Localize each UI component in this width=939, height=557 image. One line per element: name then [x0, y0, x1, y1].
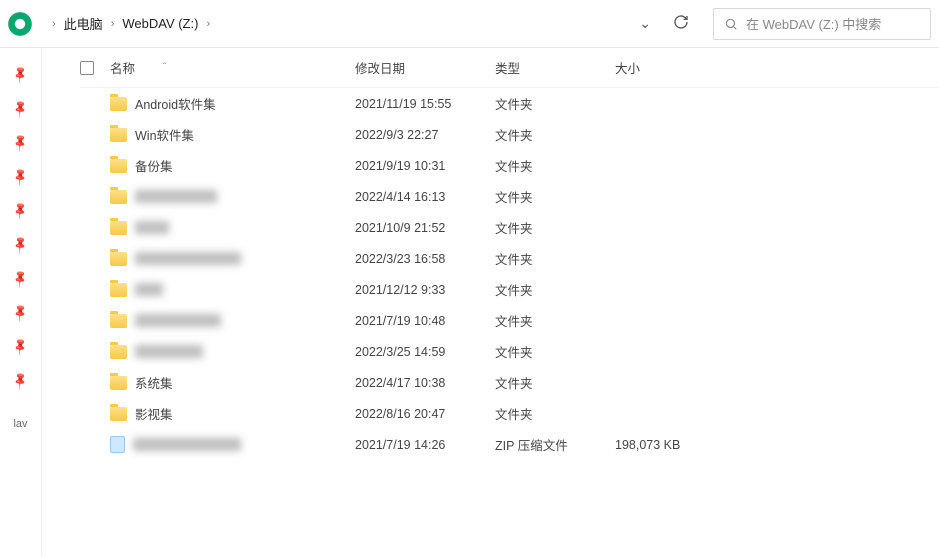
- file-row[interactable]: 系统集 2022/4/17 10:38文件夹: [80, 367, 939, 398]
- file-rows: Android软件集2021/11/19 15:55文件夹Win软件集2022/…: [80, 88, 939, 460]
- pin-icon[interactable]: 📌: [10, 371, 30, 391]
- file-name: Win软件集: [135, 125, 194, 144]
- column-header-name-label: 名称: [110, 58, 135, 77]
- folder-icon: [110, 97, 127, 111]
- column-header-size[interactable]: 大小: [615, 58, 725, 77]
- pin-icon[interactable]: 📌: [10, 201, 30, 221]
- folder-icon: [110, 128, 127, 142]
- file-date: 2021/10/9 21:52: [355, 221, 495, 235]
- pin-icon[interactable]: 📌: [10, 65, 30, 85]
- folder-icon: [110, 190, 127, 204]
- breadcrumb-drive[interactable]: WebDAV (Z:): [122, 16, 198, 31]
- file-type: 文件夹: [495, 156, 615, 175]
- folder-icon: [110, 407, 127, 421]
- search-placeholder: 在 WebDAV (Z:) 中搜索: [746, 14, 881, 33]
- column-header-date[interactable]: 修改日期: [355, 58, 495, 77]
- file-date: 2021/7/19 14:26: [355, 438, 495, 452]
- file-name: .: [135, 345, 203, 358]
- file-name: Android软件集: [135, 94, 216, 113]
- folder-icon: [110, 283, 127, 297]
- chevron-right-icon[interactable]: ›: [111, 18, 115, 30]
- file-date: 2021/9/19 10:31: [355, 159, 495, 173]
- file-row[interactable]: . 2021/7/19 14:26ZIP 压缩文件198,073 KB: [80, 429, 939, 460]
- file-date: 2022/4/14 16:13: [355, 190, 495, 204]
- file-name: 系统集: [135, 373, 173, 392]
- folder-icon: [110, 221, 127, 235]
- column-header-name[interactable]: 名称 ˆ: [110, 58, 355, 77]
- file-row[interactable]: . 2022/4/14 16:13文件夹: [80, 181, 939, 212]
- pin-icon[interactable]: 📌: [10, 167, 30, 187]
- file-type: 文件夹: [495, 342, 615, 361]
- file-type: 文件夹: [495, 311, 615, 330]
- file-type: 文件夹: [495, 187, 615, 206]
- chevron-right-icon[interactable]: ›: [52, 18, 56, 30]
- file-date: 2022/3/25 14:59: [355, 345, 495, 359]
- main: 📌 📌 📌 📌 📌 📌 📌 📌 📌 📌 lav 名称 ˆ 修改日期 类型 大小 …: [0, 48, 939, 557]
- file-date: 2021/12/12 9:33: [355, 283, 495, 297]
- file-list: 名称 ˆ 修改日期 类型 大小 Android软件集 2021/11/19 15:…: [42, 48, 939, 557]
- zip-file-icon: [110, 436, 125, 453]
- file-type: 文件夹: [495, 249, 615, 268]
- pin-icon[interactable]: 📌: [10, 269, 30, 289]
- file-row[interactable]: . 2022/3/23 16:58文件夹: [80, 243, 939, 274]
- pin-icon[interactable]: 📌: [10, 337, 30, 357]
- nav-buttons: ⌄: [639, 14, 701, 33]
- file-name: 备份集: [135, 156, 173, 175]
- file-name: .: [135, 283, 163, 296]
- quick-access-panel: 📌 📌 📌 📌 📌 📌 📌 📌 📌 📌 lav: [0, 48, 42, 557]
- file-row[interactable]: . 2021/12/12 9:33文件夹: [80, 274, 939, 305]
- file-date: 2021/11/19 15:55: [355, 97, 495, 111]
- folder-icon: [110, 159, 127, 173]
- refresh-icon[interactable]: [673, 14, 689, 33]
- file-name: .: [135, 314, 221, 327]
- file-name: .: [135, 252, 241, 265]
- file-name: .: [135, 221, 169, 234]
- breadcrumb-root[interactable]: 此电脑: [64, 14, 103, 33]
- file-date: 2021/7/19 10:48: [355, 314, 495, 328]
- file-name: .: [135, 190, 217, 203]
- file-type: 文件夹: [495, 280, 615, 299]
- folder-icon: [110, 314, 127, 328]
- file-date: 2022/3/23 16:58: [355, 252, 495, 266]
- search-icon: [724, 17, 738, 31]
- chevron-right-icon[interactable]: ›: [206, 18, 210, 30]
- file-size: 198,073 KB: [615, 438, 725, 452]
- column-header-type[interactable]: 类型: [495, 58, 615, 77]
- file-row[interactable]: Android软件集 2021/11/19 15:55文件夹: [80, 88, 939, 119]
- file-date: 2022/8/16 20:47: [355, 407, 495, 421]
- file-row[interactable]: . 2021/7/19 10:48文件夹: [80, 305, 939, 336]
- file-type: 文件夹: [495, 218, 615, 237]
- sort-indicator-icon: ˆ: [163, 62, 166, 73]
- file-type: ZIP 压缩文件: [495, 435, 615, 454]
- pin-icon[interactable]: 📌: [10, 235, 30, 255]
- file-name: 影视集: [135, 404, 173, 423]
- toolbar: › 此电脑 › WebDAV (Z:) › ⌄ 在 WebDAV (Z:) 中搜…: [0, 0, 939, 48]
- pin-icon[interactable]: 📌: [10, 99, 30, 119]
- file-type: 文件夹: [495, 404, 615, 423]
- file-name: .: [133, 438, 241, 451]
- pin-icon[interactable]: 📌: [10, 133, 30, 153]
- history-dropdown-icon[interactable]: ⌄: [639, 15, 651, 32]
- folder-icon: [110, 376, 127, 390]
- pin-icon[interactable]: 📌: [10, 303, 30, 323]
- file-date: 2022/9/3 22:27: [355, 128, 495, 142]
- column-headers: 名称 ˆ 修改日期 类型 大小: [80, 48, 939, 88]
- file-row[interactable]: . 2022/3/25 14:59文件夹: [80, 336, 939, 367]
- file-row[interactable]: Win软件集 2022/9/3 22:27文件夹: [80, 119, 939, 150]
- quick-access-label: lav: [13, 418, 27, 430]
- file-row[interactable]: 备份集 2021/9/19 10:31文件夹: [80, 150, 939, 181]
- select-all-checkbox[interactable]: [80, 61, 110, 75]
- folder-icon: [110, 345, 127, 359]
- file-type: 文件夹: [495, 125, 615, 144]
- search-box[interactable]: 在 WebDAV (Z:) 中搜索: [713, 8, 931, 40]
- file-row[interactable]: 影视集 2022/8/16 20:47文件夹: [80, 398, 939, 429]
- breadcrumb: › 此电脑 › WebDAV (Z:) ›: [44, 14, 627, 33]
- file-date: 2022/4/17 10:38: [355, 376, 495, 390]
- file-row[interactable]: . 2021/10/9 21:52文件夹: [80, 212, 939, 243]
- file-type: 文件夹: [495, 373, 615, 392]
- folder-icon: [110, 252, 127, 266]
- app-icon: [8, 12, 32, 36]
- file-type: 文件夹: [495, 94, 615, 113]
